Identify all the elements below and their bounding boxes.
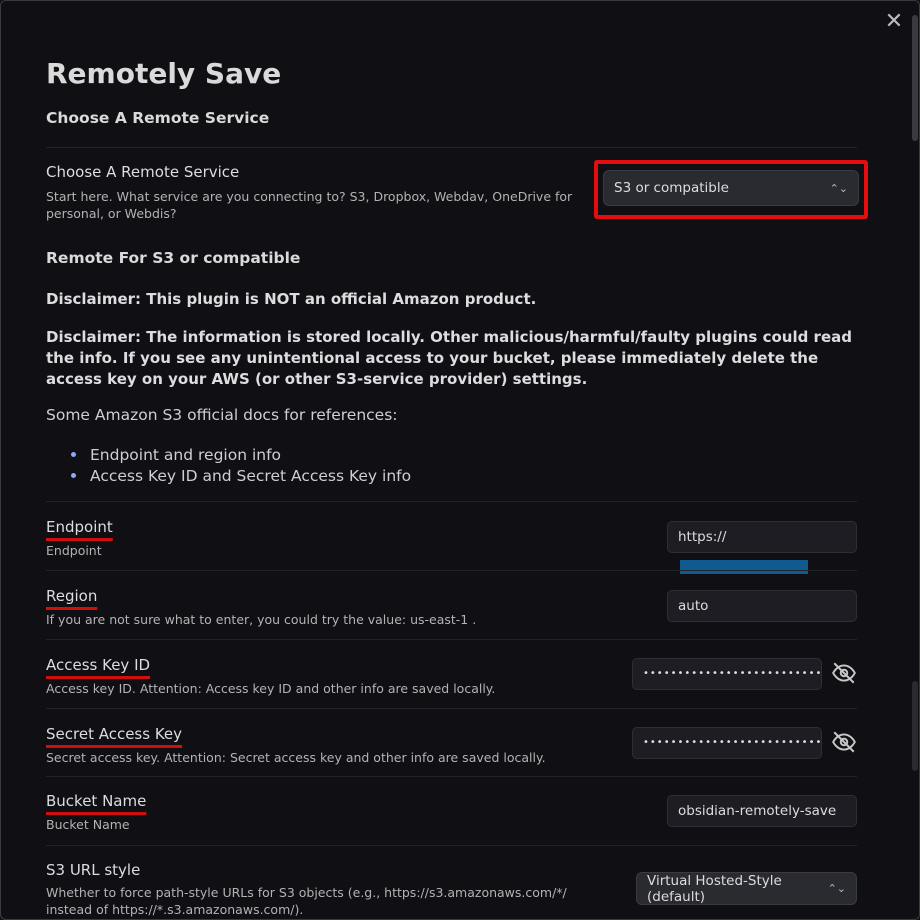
- bucket-input[interactable]: obsidian-remotely-save: [667, 795, 857, 827]
- url-style-select[interactable]: Virtual Hosted-Style (default) ⌃⌄: [636, 872, 857, 905]
- setting-secret-key: Secret Access Key Secret access key. Att…: [46, 708, 857, 777]
- bullet-dot: [71, 473, 76, 478]
- setting-desc: Whether to force path-style URLs for S3 …: [46, 885, 567, 917]
- disclaimer-1: Disclaimer: This plugin is NOT an offici…: [46, 290, 537, 308]
- page-title: Remotely Save: [46, 57, 282, 90]
- setting-name: Choose A Remote Service: [46, 163, 240, 181]
- select-value: S3 or compatible: [614, 180, 729, 196]
- setting-url-style: S3 URL style Whether to force path-style…: [46, 845, 857, 919]
- doc-link[interactable]: Access Key ID and Secret Access Key info: [90, 467, 411, 485]
- setting-desc: Endpoint: [46, 543, 102, 558]
- secret-key-input[interactable]: ••••••••••••••••••••••••••••••••: [632, 727, 822, 759]
- list-item[interactable]: Access Key ID and Secret Access Key info: [46, 465, 411, 486]
- setting-desc: Secret access key. Attention: Secret acc…: [46, 750, 546, 765]
- bullet-dot: [71, 452, 76, 457]
- eye-off-icon[interactable]: [831, 660, 857, 686]
- section-heading: Choose A Remote Service: [46, 109, 270, 127]
- eye-off-icon[interactable]: [831, 729, 857, 755]
- setting-endpoint: Endpoint Endpoint https://: [46, 501, 857, 574]
- setting-bucket: Bucket Name Bucket Name obsidian-remotel…: [46, 776, 857, 845]
- setting-remote-service: Choose A Remote Service Start here. What…: [46, 147, 868, 228]
- remote-heading: Remote For S3 or compatible: [46, 249, 301, 267]
- scrollbar[interactable]: [911, 1, 919, 919]
- settings-modal: ✕ Remotely Save Choose A Remote Service …: [0, 0, 920, 920]
- setting-desc: Start here. What service are you connect…: [46, 189, 573, 221]
- scroll-thumb[interactable]: [912, 15, 918, 141]
- doc-link[interactable]: Endpoint and region info: [90, 446, 281, 464]
- disclaimer-2: Disclaimer: The information is stored lo…: [46, 328, 852, 388]
- setting-desc: If you are not sure what to enter, you c…: [46, 612, 477, 627]
- setting-name: Endpoint: [46, 518, 113, 536]
- scroll-rail: [912, 681, 918, 771]
- docs-list: Endpoint and region info Access Key ID a…: [46, 444, 411, 486]
- setting-access-key: Access Key ID Access key ID. Attention: …: [46, 639, 857, 708]
- chevron-updown-icon: ⌃⌄: [829, 181, 848, 195]
- close-icon[interactable]: ✕: [883, 11, 905, 33]
- select-value: Virtual Hosted-Style (default): [647, 872, 782, 905]
- list-item[interactable]: Endpoint and region info: [46, 444, 411, 465]
- setting-name: Region: [46, 587, 98, 605]
- setting-desc: Access key ID. Attention: Access key ID …: [46, 681, 496, 696]
- setting-region: Region If you are not sure what to enter…: [46, 570, 857, 639]
- endpoint-input[interactable]: https://: [667, 521, 857, 574]
- remote-service-select[interactable]: S3 or compatible ⌃⌄: [603, 170, 859, 206]
- chevron-updown-icon: ⌃⌄: [827, 882, 846, 895]
- setting-name: S3 URL style: [46, 861, 141, 879]
- input-value: https://: [678, 529, 727, 545]
- setting-desc: Bucket Name: [46, 817, 130, 832]
- region-input[interactable]: auto: [667, 590, 857, 622]
- access-key-input[interactable]: ••••••••••••••••••••••••••••••••: [632, 658, 822, 690]
- docs-intro: Some Amazon S3 official docs for referen…: [46, 406, 398, 424]
- setting-name: Secret Access Key: [46, 725, 183, 743]
- setting-name: Access Key ID: [46, 656, 151, 674]
- setting-name: Bucket Name: [46, 792, 147, 810]
